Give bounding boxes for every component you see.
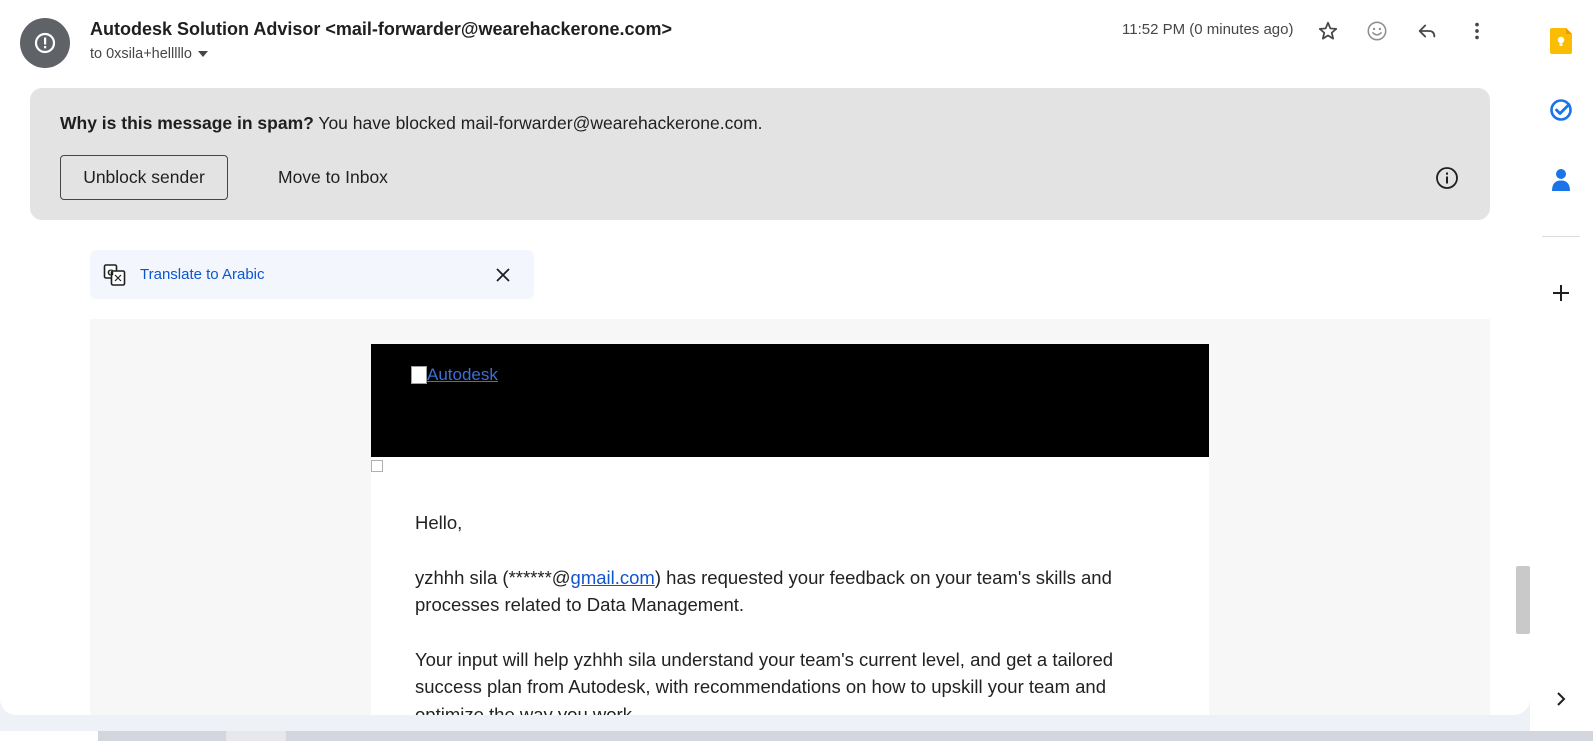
side-panel-divider xyxy=(1542,236,1580,237)
reply-icon xyxy=(1418,24,1436,38)
add-icon xyxy=(1553,285,1569,301)
recipient-dropdown[interactable]: to 0xsila+helllllo xyxy=(90,46,208,62)
translate-link[interactable]: Translate to Arabic xyxy=(140,266,265,283)
broken-image-icon xyxy=(411,366,427,384)
contacts-icon xyxy=(1552,169,1570,191)
paragraph-benefit: Your input will help yzhhh sila understa… xyxy=(415,648,1114,716)
spam-banner: Why is this message in spam? You have bl… xyxy=(30,88,1490,220)
emoji-icon xyxy=(1367,21,1387,41)
bottom-strip xyxy=(0,731,1593,741)
svg-text:G: G xyxy=(107,269,114,278)
translate-bar: G Translate to Arabic xyxy=(90,250,534,299)
scrollbar-thumb[interactable] xyxy=(1516,566,1530,634)
add-addon-button[interactable] xyxy=(1546,278,1576,308)
star-button[interactable] xyxy=(1311,14,1345,48)
autodesk-logo-link[interactable]: Autodesk xyxy=(411,365,498,385)
emoji-reaction-button[interactable] xyxy=(1360,14,1394,48)
keep-icon xyxy=(1550,28,1572,54)
caret-down-icon xyxy=(197,51,208,57)
logo-alt-text: Autodesk xyxy=(427,365,498,384)
paragraph-request: yzhhh sila (******@gmail.com) has reques… xyxy=(415,564,1175,619)
spam-explanation: Why is this message in spam? You have bl… xyxy=(60,113,763,134)
recipient-label: to 0xsila+helllllo xyxy=(90,46,192,62)
tasks-button[interactable] xyxy=(1546,95,1576,125)
more-options-button[interactable] xyxy=(1460,14,1494,48)
broken-image-icon xyxy=(371,460,383,472)
contacts-button[interactable] xyxy=(1546,165,1576,195)
sender-name: Autodesk Solution Advisor <mail-forwarde… xyxy=(90,19,673,39)
email-text: Hello, yzhhh sila (******@gmail.com) has… xyxy=(415,509,1175,715)
move-to-inbox-button[interactable]: Move to Inbox xyxy=(268,155,398,200)
spam-reason: You have blocked mail-forwarder@wearehac… xyxy=(313,113,763,133)
chevron-right-icon xyxy=(1557,692,1566,706)
gmail-link[interactable]: gmail.com xyxy=(571,567,655,588)
tasks-icon xyxy=(1550,99,1572,121)
email-header-banner: Autodesk xyxy=(371,344,1209,457)
sender-avatar[interactable] xyxy=(20,18,70,68)
unblock-sender-button[interactable]: Unblock sender xyxy=(60,155,228,200)
translate-icon: G xyxy=(103,264,126,286)
expand-panel-button[interactable] xyxy=(1546,684,1576,714)
spam-info-button[interactable] xyxy=(1432,163,1462,193)
keep-button[interactable] xyxy=(1546,26,1576,56)
greeting: Hello, xyxy=(415,512,463,533)
bottom-strip-segment xyxy=(0,731,98,741)
bottom-strip-segment xyxy=(226,731,286,741)
warning-icon xyxy=(34,32,56,54)
mail-pane: Autodesk Solution Advisor <mail-forwarde… xyxy=(0,0,1530,715)
close-translate-button[interactable] xyxy=(490,262,516,288)
close-icon xyxy=(496,268,510,282)
info-icon xyxy=(1436,167,1458,189)
side-panel xyxy=(1530,0,1593,741)
more-vert-icon xyxy=(1475,22,1479,40)
email-body-area: Autodesk Hello, yzhhh sila (******@gmail… xyxy=(90,319,1490,715)
email-card: Autodesk Hello, yzhhh sila (******@gmail… xyxy=(371,344,1209,715)
requester-text: yzhhh sila (******@ xyxy=(415,566,571,588)
timestamp: 11:52 PM (0 minutes ago) xyxy=(1122,21,1294,38)
star-icon xyxy=(1318,21,1338,40)
spam-question: Why is this message in spam? xyxy=(60,113,314,133)
reply-button[interactable] xyxy=(1410,14,1444,48)
